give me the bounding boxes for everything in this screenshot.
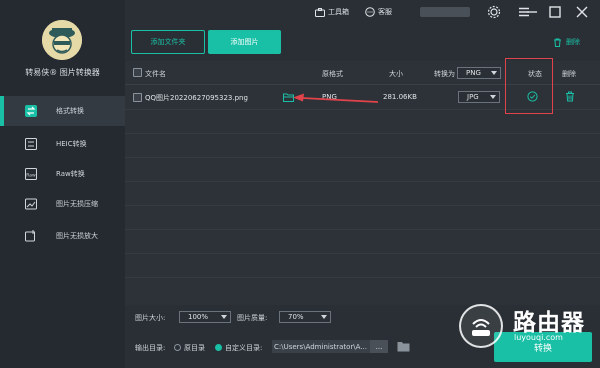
minimize-icon[interactable] bbox=[525, 5, 539, 19]
browse-button[interactable]: ... bbox=[370, 340, 388, 353]
folder-icon[interactable] bbox=[397, 341, 410, 352]
header-filename: 文件名 bbox=[145, 70, 166, 78]
title-bar: 工具箱 客服 bbox=[125, 0, 600, 24]
annotation-highlight-box bbox=[505, 58, 553, 114]
chevron-down-icon bbox=[490, 95, 496, 99]
empty-row bbox=[125, 181, 600, 205]
orig-dir-label: 原目录 bbox=[184, 344, 205, 352]
app-logo bbox=[42, 20, 82, 60]
row-target-select[interactable]: JPG bbox=[458, 91, 500, 103]
image-quality-label: 图片质量: bbox=[237, 314, 268, 322]
empty-row bbox=[125, 277, 600, 305]
chevron-down-icon bbox=[321, 315, 327, 319]
app-name: 转易侠® 图片转换器 bbox=[25, 68, 100, 77]
custom-dir-radio[interactable] bbox=[215, 344, 222, 351]
svg-text:Raw: Raw bbox=[26, 173, 36, 179]
empty-row bbox=[125, 157, 600, 181]
compress-icon bbox=[25, 198, 37, 210]
output-path-field[interactable]: C:\Users\Administrator\A... bbox=[272, 340, 370, 353]
sidebar-item-label: Raw转换 bbox=[56, 170, 85, 178]
watermark-subtext: luyouqi.com bbox=[514, 333, 563, 342]
sidebar-item-label: 图片无损放大 bbox=[56, 232, 98, 240]
custom-dir-label: 自定义目录: bbox=[225, 344, 263, 352]
empty-row bbox=[125, 253, 600, 277]
sidebar-item-enlarge[interactable]: 图片无损放大 bbox=[0, 221, 125, 251]
router-icon bbox=[472, 319, 490, 336]
image-size-select[interactable]: 100% bbox=[179, 311, 231, 323]
sidebar-item-format-convert[interactable]: 格式转换 bbox=[0, 96, 125, 126]
empty-row bbox=[125, 205, 600, 229]
row-size: 281.06KB bbox=[383, 93, 417, 101]
image-size-label: 图片大小: bbox=[135, 314, 166, 322]
orig-dir-radio[interactable] bbox=[174, 344, 181, 351]
header-delete: 删除 bbox=[562, 70, 576, 78]
image-quality-value: 70% bbox=[288, 313, 304, 321]
select-all-checkbox[interactable] bbox=[133, 68, 142, 77]
convert-label: 转换 bbox=[533, 343, 552, 354]
close-icon[interactable] bbox=[575, 5, 589, 19]
heic-icon bbox=[25, 138, 37, 150]
chevron-down-icon bbox=[491, 71, 497, 75]
user-account-blurred[interactable] bbox=[420, 7, 470, 17]
add-folder-button[interactable]: 添加文件夹 bbox=[131, 30, 205, 54]
row-filename: QQ图片20220627095323.png bbox=[145, 94, 248, 102]
toolbox-button[interactable]: 工具箱 bbox=[315, 7, 349, 17]
delete-all-label: 删除 bbox=[566, 38, 580, 46]
settings-icon[interactable] bbox=[487, 5, 501, 19]
row-target-value: JPG bbox=[467, 93, 479, 101]
service-button[interactable]: 客服 bbox=[365, 7, 392, 17]
sidebar-item-raw[interactable]: Raw Raw转换 bbox=[0, 159, 125, 189]
convert-all-value: PNG bbox=[466, 69, 481, 77]
service-label: 客服 bbox=[378, 8, 392, 16]
delete-all-button[interactable]: 删除 bbox=[553, 37, 580, 47]
sidebar-item-heic[interactable]: HEIC转换 bbox=[0, 129, 125, 159]
format-convert-icon bbox=[25, 105, 37, 117]
convert-all-select[interactable]: PNG bbox=[457, 67, 501, 79]
sidebar: 转易侠® 图片转换器 格式转换 HEIC转换 Raw Raw转换 图片无损压缩 bbox=[0, 0, 125, 368]
trash-icon bbox=[554, 38, 561, 47]
chevron-down-icon bbox=[221, 315, 227, 319]
header-size: 大小 bbox=[389, 70, 403, 78]
row-delete-icon[interactable] bbox=[565, 91, 575, 102]
empty-row bbox=[125, 229, 600, 253]
add-image-button[interactable]: 添加图片 bbox=[208, 30, 281, 54]
annotation-arrow bbox=[293, 93, 379, 103]
watermark-logo bbox=[459, 304, 503, 348]
toolbox-icon bbox=[315, 7, 325, 17]
image-size-value: 100% bbox=[188, 313, 209, 321]
output-dir-label: 输出目录: bbox=[135, 344, 166, 352]
watermark-text: 路由器 bbox=[513, 310, 585, 336]
chat-icon bbox=[365, 7, 375, 17]
enlarge-icon bbox=[25, 230, 35, 242]
toolbox-label: 工具箱 bbox=[328, 8, 349, 16]
maximize-icon[interactable] bbox=[548, 5, 562, 19]
empty-row bbox=[125, 133, 600, 157]
sidebar-item-label: HEIC转换 bbox=[56, 140, 87, 148]
sidebar-item-label: 格式转换 bbox=[56, 107, 84, 115]
row-checkbox[interactable] bbox=[133, 93, 142, 102]
header-convert-to: 转换为 bbox=[434, 70, 455, 78]
raw-icon: Raw bbox=[25, 168, 37, 180]
sidebar-item-compress[interactable]: 图片无损压缩 bbox=[0, 189, 125, 219]
header-orig-format: 原格式 bbox=[322, 70, 343, 78]
image-quality-select[interactable]: 70% bbox=[279, 311, 331, 323]
sidebar-item-label: 图片无损压缩 bbox=[56, 200, 98, 208]
